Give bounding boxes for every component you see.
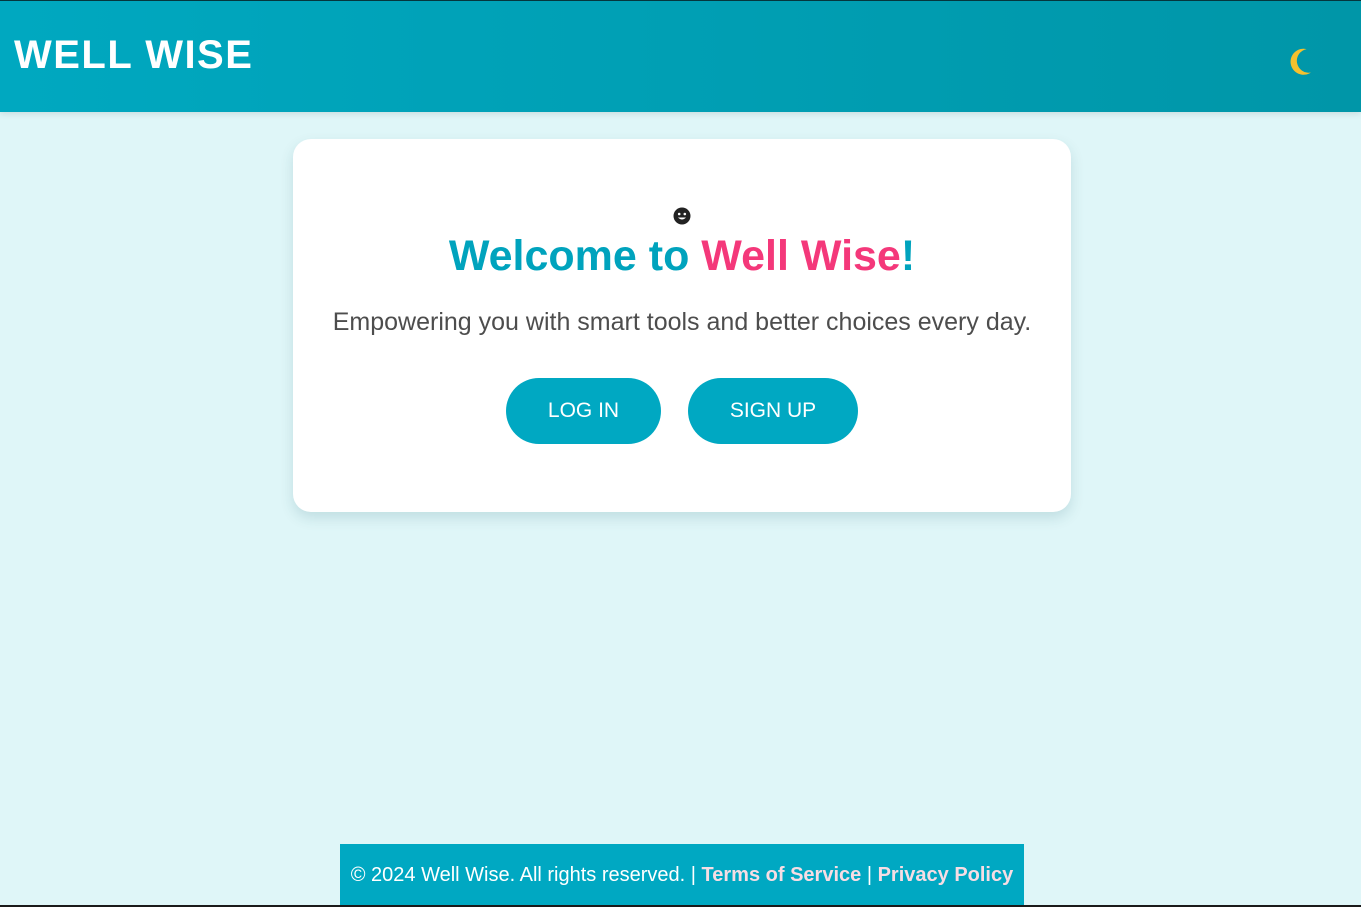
welcome-card: Welcome to Well Wise! Empowering you wit… — [293, 139, 1071, 512]
smiley-icon — [673, 207, 691, 225]
welcome-brand-name: Well Wise — [701, 232, 901, 280]
welcome-prefix: Welcome to — [448, 232, 702, 280]
site-brand[interactable]: WELL WISE — [14, 33, 253, 77]
copyright-text: © 2024 Well Wise. All rights reserved. | — [350, 864, 696, 886]
tagline: Empowering you with smart tools and bett… — [332, 308, 1032, 336]
footer-separator: | — [866, 864, 873, 886]
welcome-heading: Welcome to Well Wise! — [293, 231, 1071, 281]
crescent-moon-icon — [1290, 48, 1311, 75]
privacy-policy-link[interactable]: Privacy Policy — [878, 864, 1014, 886]
signup-button[interactable]: SIGN UP — [688, 378, 858, 444]
welcome-suffix: ! — [900, 232, 916, 280]
top-header: WELL WISE — [0, 0, 1361, 112]
page-footer: © 2024 Well Wise. All rights reserved. |… — [340, 844, 1024, 907]
login-button[interactable]: LOG IN — [506, 378, 661, 444]
terms-of-service-link[interactable]: Terms of Service — [702, 864, 862, 886]
theme-toggle-button[interactable] — [1280, 41, 1320, 81]
